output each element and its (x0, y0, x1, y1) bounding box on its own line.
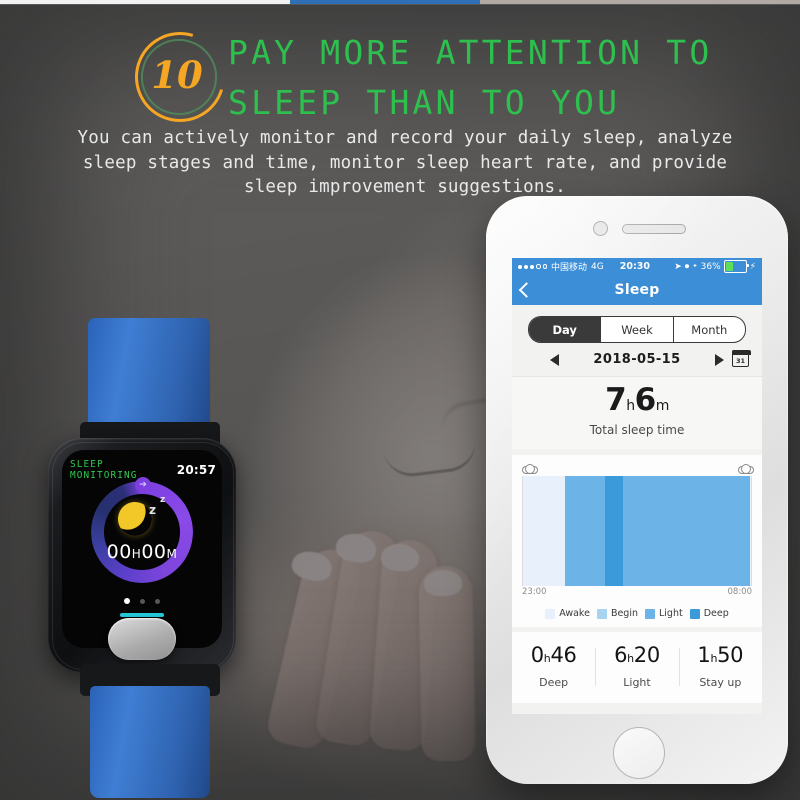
poster-canvas: 10 PAY MORE ATTENTION TO SLEEP THAN TO Y… (0, 0, 800, 800)
sleep-stage-chart[interactable] (522, 476, 752, 586)
tab-day[interactable]: Day (529, 317, 602, 342)
page-description: You can actively monitor and record your… (77, 128, 733, 197)
ring-handle-icon[interactable]: ➔ (135, 477, 151, 493)
stat-stayup-label: Stay up (699, 676, 742, 689)
legend-item-awake: Awake (545, 608, 590, 619)
legend-item-light: Light (645, 608, 683, 619)
back-button[interactable] (518, 282, 535, 298)
watch-home-button[interactable] (108, 618, 176, 660)
phone-camera-icon (593, 221, 608, 236)
sleep-chart-card: 23:00 08:00 (512, 455, 762, 601)
phone-home-button[interactable] (613, 727, 665, 779)
tab-month[interactable]: Month (674, 317, 745, 342)
stat-deep-value: 0h46 (530, 643, 577, 667)
phone-screen: 中国移动 4G 20:30 ➤ ⏺ ᛭ 36% ⚡ Sleep Day Week… (512, 258, 762, 714)
period-tabs: Day Week Month (512, 305, 762, 343)
chart-legend: Awake Begin Light Deep (512, 601, 762, 627)
signal-strength-icon (518, 264, 547, 269)
next-day-button[interactable] (714, 353, 724, 366)
chart-segment-light-3 (623, 476, 750, 586)
watch-screen-label: SLEEP MONITORING (70, 459, 138, 481)
zzz-icon: z (149, 503, 156, 517)
page-title-line-2: SLEEP THAN TO YOU (228, 83, 621, 122)
top-edge-strip (0, 0, 800, 5)
chart-end-time: 08:00 (727, 587, 753, 597)
total-sleep-card: 7h6m Total sleep time (512, 376, 762, 449)
chart-segment-awake-4 (749, 476, 751, 586)
selected-date: 2018-05-15 (593, 352, 681, 367)
phone-speaker-icon (622, 224, 686, 234)
total-sleep-label: Total sleep time (589, 423, 685, 437)
battery-percent: 36% (700, 261, 721, 272)
alarm-clock-icon: ⏺ (684, 261, 690, 272)
chart-segment-light-1 (565, 476, 606, 586)
watch-band-top (88, 318, 210, 438)
location-arrow-icon: ➤ (674, 261, 682, 272)
smartwatch: SLEEP MONITORING 20:57 ➔ z z 00H00M (18, 300, 248, 800)
stat-light: 6h20 Light (595, 645, 678, 689)
page-dot-1[interactable] (124, 598, 130, 604)
charging-bolt-icon: ⚡ (749, 261, 756, 272)
watch-time: 20:57 (176, 463, 216, 477)
page-title-line-1: PAY MORE ATTENTION TO (228, 33, 713, 72)
chart-start-time: 23:00 (522, 587, 547, 597)
stat-stayup-value: 1h50 (697, 643, 744, 667)
date-navigator: 2018-05-15 31 (512, 343, 762, 376)
legend-item-deep: Deep (689, 608, 729, 619)
badge-number: 10 (151, 53, 203, 97)
nav-bar: Sleep (512, 275, 762, 305)
chart-segment-awake-0 (523, 476, 566, 586)
stat-stayup: 1h50 Stay up (678, 643, 762, 689)
stat-deep: 0h46 Deep (512, 643, 595, 690)
status-time: 20:30 (619, 261, 650, 272)
watch-band-bottom (90, 686, 210, 798)
stat-deep-label: Deep (539, 676, 569, 689)
legend-item-begin: Begin (596, 608, 638, 619)
step-number-badge: 10 (119, 16, 241, 138)
stat-light-value: 6h20 (614, 643, 660, 667)
page-dot-3[interactable] (155, 598, 160, 604)
carrier-label: 中国移动 (551, 263, 588, 273)
nav-title: Sleep (614, 282, 660, 298)
bluetooth-icon: ᛭ (692, 261, 698, 272)
total-sleep-value: 7h6m (605, 382, 669, 418)
calendar-icon[interactable]: 31 (731, 349, 751, 367)
waketime-cloud-icon (738, 463, 754, 474)
stat-light-label: Light (623, 676, 651, 689)
watch-sleep-ring: ➔ z z 00H00M (91, 477, 193, 583)
previous-day-button[interactable] (550, 353, 560, 366)
watch-home-indicator (120, 613, 164, 617)
bedtime-cloud-icon (522, 463, 538, 474)
tab-week[interactable]: Week (601, 317, 674, 342)
watch-sleep-duration: 00H00M (106, 541, 178, 563)
battery-icon (723, 260, 749, 273)
page-dot-2[interactable] (140, 598, 145, 604)
page-title: PAY MORE ATTENTION TO SLEEP THAN TO YOU (228, 28, 748, 128)
watch-page-dots[interactable] (62, 598, 222, 604)
sleep-stats-row: 0h46 Deep 6h20 Light 1h50 Stay up (512, 632, 762, 703)
status-bar: 中国移动 4G 20:30 ➤ ⏺ ᛭ 36% ⚡ (512, 258, 762, 275)
network-label: 4G (591, 261, 604, 272)
chart-segment-deep-2 (605, 476, 624, 586)
